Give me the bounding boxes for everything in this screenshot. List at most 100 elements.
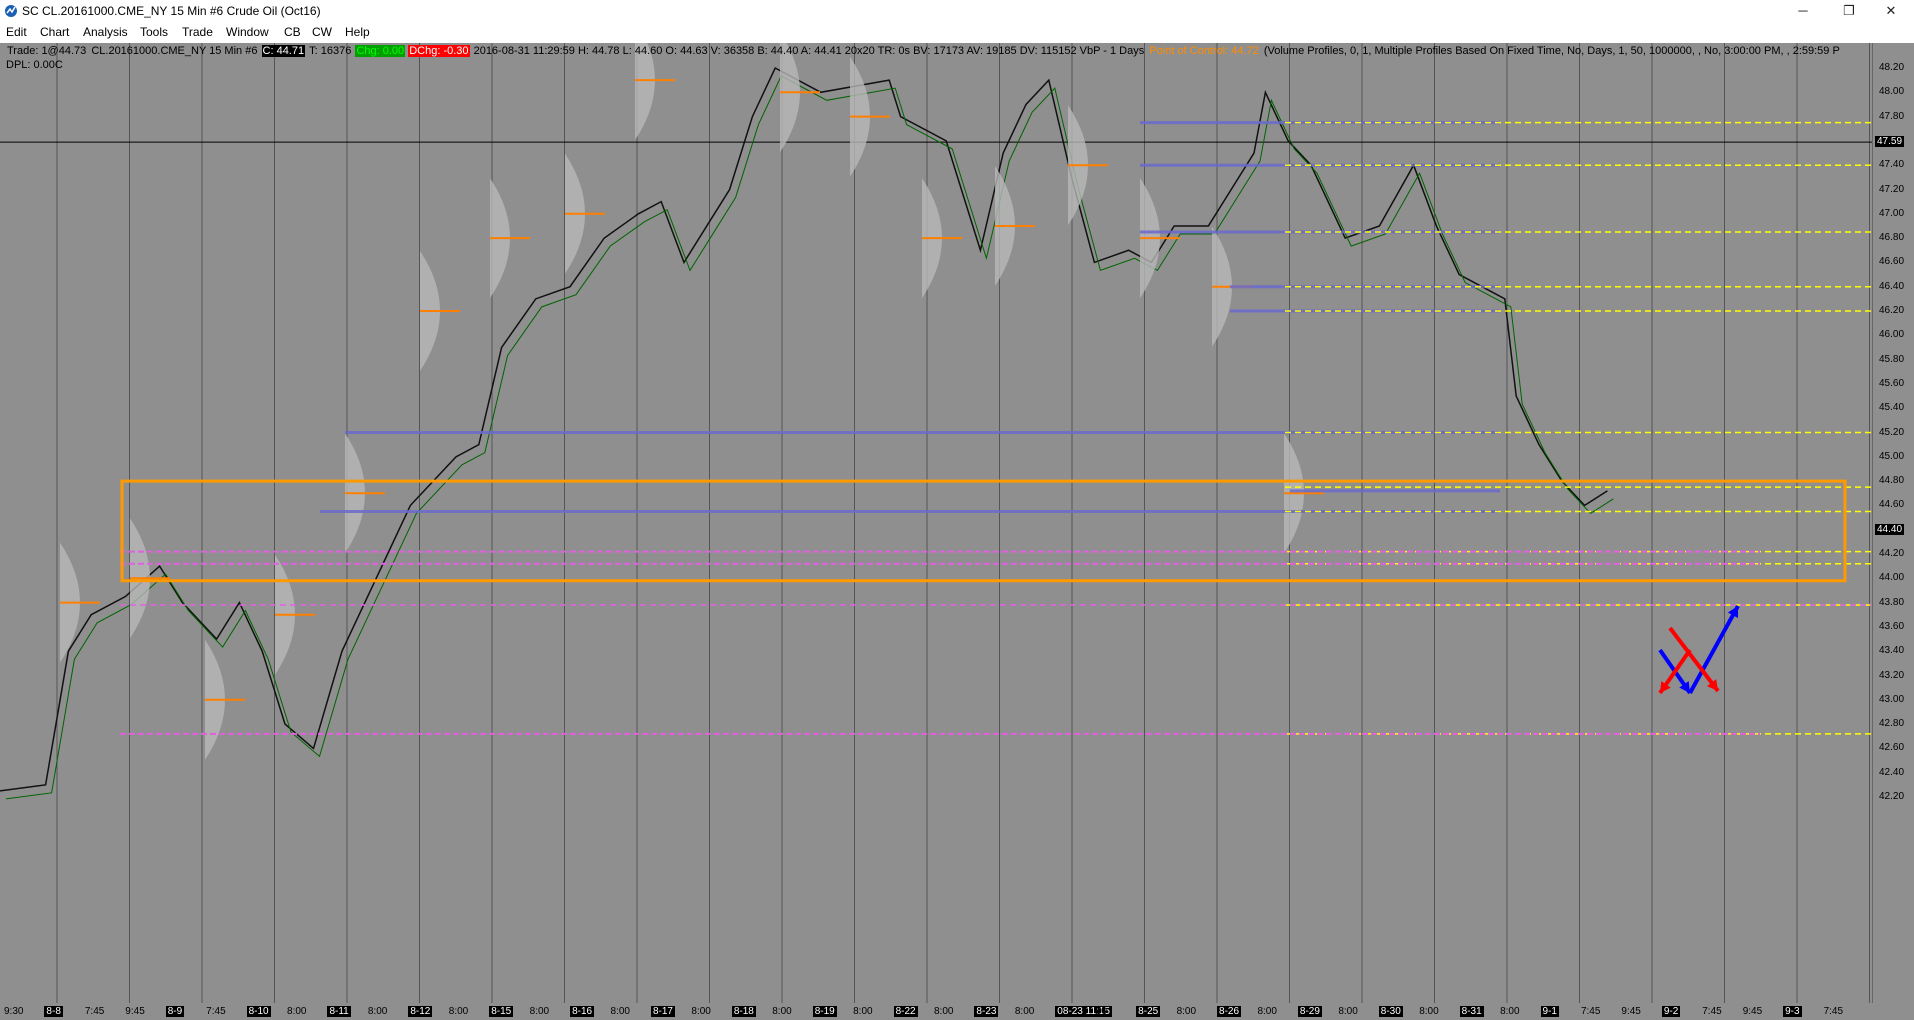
poc-readout: Point of Control: 44.72 — [1149, 45, 1259, 57]
time-tick: 8:00 — [610, 1006, 630, 1017]
time-tick: 8-12 — [408, 1006, 433, 1017]
menu-cw[interactable]: CW — [312, 25, 332, 39]
time-tick: 9:45 — [1742, 1006, 1763, 1017]
price-tick: 43.80 — [1879, 596, 1905, 608]
price-tick: 46.60 — [1879, 256, 1905, 268]
menu-tools[interactable]: Tools — [140, 25, 168, 39]
price-tick: 43.20 — [1879, 669, 1905, 681]
price-tick: 42.40 — [1879, 766, 1905, 778]
price-tick: 43.40 — [1879, 645, 1905, 657]
time-tick: 9:45 — [1621, 1006, 1641, 1017]
dpl-readout: DPL: 0.00C — [6, 59, 63, 71]
trade-readout: Trade: 1@44.73 — [7, 45, 87, 57]
time-tick: 8:00 — [1500, 1006, 1520, 1017]
time-tick: 8-19 — [812, 1006, 837, 1017]
time-tick: 8:00 — [1419, 1006, 1439, 1017]
time-tick: 8-26 — [1217, 1006, 1242, 1017]
time-tick: 8-22 — [893, 1006, 918, 1017]
time-tick: 8-23 — [974, 1006, 999, 1017]
crosshair-price-label: 47.59 — [1875, 136, 1905, 148]
dchg-readout: DChg: -0.30 — [408, 45, 470, 57]
time-tick: 9-3 — [1783, 1006, 1802, 1017]
time-tick: 7:45 — [84, 1006, 105, 1017]
menu-help[interactable]: Help — [345, 25, 370, 39]
bid-price-label: 44.40 — [1875, 523, 1905, 535]
price-tick: 46.00 — [1879, 329, 1905, 341]
menu-cb[interactable]: CB — [284, 25, 301, 39]
time-tick: 8:00 — [367, 1006, 388, 1017]
menu-bar: Edit Chart Analysis Tools Trade Window C… — [0, 22, 1914, 43]
price-tick: 46.20 — [1879, 305, 1905, 316]
price-axis[interactable]: 48.20 48.00 47.80 47.40 47.20 47.00 46.80 46.60… — [1872, 43, 1914, 1003]
time-tick: 8-9 — [165, 1006, 185, 1017]
price-tick: 47.40 — [1879, 159, 1905, 171]
time-tick: 8-15 — [489, 1006, 514, 1017]
time-tick: 8:00 — [1338, 1006, 1358, 1017]
study-readout: (Volume Profiles, 0, 1, Multiple Profile… — [1263, 45, 1840, 57]
zone-box — [120, 479, 1847, 583]
menu-window[interactable]: Window — [226, 25, 269, 39]
close-button[interactable]: ✕ — [1868, 0, 1914, 22]
chart-header: Trade: 1@44.73 CL.20161000.CME_NY 15 Min… — [6, 45, 1841, 57]
time-tick: 8-16 — [570, 1006, 595, 1017]
arrow-red-down — [1668, 626, 1720, 693]
price-tick: 42.20 — [1879, 791, 1905, 802]
time-tick: 8-11 — [327, 1006, 351, 1017]
price-tick: 44.80 — [1879, 475, 1905, 487]
price-tick: 45.60 — [1879, 377, 1905, 389]
vwap-line — [5, 75, 1614, 800]
price-tick: 45.40 — [1879, 402, 1905, 414]
chg-readout: Chg: 0.00 — [355, 45, 406, 57]
price-line — [0, 66, 1608, 792]
price-tick: 47.20 — [1879, 183, 1905, 195]
time-tick: 9:30 — [4, 1006, 24, 1017]
volume-profile — [635, 43, 655, 141]
price-tick: 43.00 — [1879, 693, 1905, 705]
time-tick: 9:45 — [125, 1006, 145, 1017]
time-tick: 8-31 — [1459, 1006, 1484, 1017]
time-tick: 8-30 — [1378, 1006, 1403, 1017]
arrow-blue-up — [1688, 605, 1740, 694]
price-tick: 44.60 — [1879, 499, 1905, 511]
time-tick: 00 — [1095, 1006, 1107, 1017]
price-tick: 45.80 — [1879, 353, 1905, 365]
time-tick: 8:00 — [853, 1006, 873, 1017]
minimize-button[interactable]: ─ — [1780, 0, 1826, 22]
bar-stats: 2016-08-31 11:29:59 H: 44.78 L: 44.60 O:… — [473, 45, 1145, 57]
time-tick: 7:45 — [1702, 1006, 1722, 1017]
time-tick: 7:45 — [1580, 1006, 1601, 1017]
time-tick: 8:00 — [1014, 1006, 1035, 1017]
volume-profile — [780, 43, 800, 153]
time-tick: 8-10 — [246, 1006, 271, 1017]
price-tick: 43.60 — [1879, 620, 1905, 632]
time-tick: 8-18 — [731, 1006, 756, 1017]
price-tick: 42.60 — [1879, 742, 1905, 754]
window-title: SC CL.20161000.CME_NY 15 Min #6 Crude Oi… — [22, 4, 321, 18]
price-tick: 44.20 — [1879, 548, 1905, 559]
time-tick: 7:45 — [1823, 1006, 1844, 1017]
time-tick: 8:00 — [1176, 1006, 1197, 1017]
time-tick: 9-1 — [1540, 1006, 1559, 1017]
time-tick: 8:00 — [934, 1006, 954, 1017]
chart-area[interactable]: Trade: 1@44.73 CL.20161000.CME_NY 15 Min… — [0, 43, 1914, 1020]
menu-trade[interactable]: Trade — [182, 25, 213, 39]
time-tick: 8:00 — [529, 1006, 550, 1017]
price-tick: 42.80 — [1879, 718, 1905, 730]
menu-analysis[interactable]: Analysis — [83, 25, 128, 39]
time-tick: 9-2 — [1661, 1006, 1681, 1017]
price-tick: 48.00 — [1879, 86, 1905, 98]
price-tick: 45.00 — [1879, 450, 1905, 462]
time-tick: 8:00 — [772, 1006, 792, 1017]
menu-chart[interactable]: Chart — [40, 25, 69, 39]
price-chart[interactable] — [0, 43, 1872, 1003]
t-readout: T: 16376 — [309, 45, 352, 57]
restore-button[interactable]: ❐ — [1826, 0, 1872, 22]
time-tick: 8:00 — [448, 1006, 469, 1017]
close-readout: C: 44.71 — [261, 45, 306, 57]
time-tick: 8:00 — [691, 1006, 711, 1017]
price-tick: 47.80 — [1879, 110, 1905, 122]
time-axis[interactable]: 9:30 8-8 7:45 9:45 8-9 7:45 8-10 8:00 8-11 8:00 8-… — [0, 1003, 1872, 1020]
time-tick: 8:00 — [1257, 1006, 1277, 1017]
symbol-readout: CL.20161000.CME_NY 15 Min #6 — [91, 45, 258, 57]
menu-edit[interactable]: Edit — [6, 25, 27, 39]
